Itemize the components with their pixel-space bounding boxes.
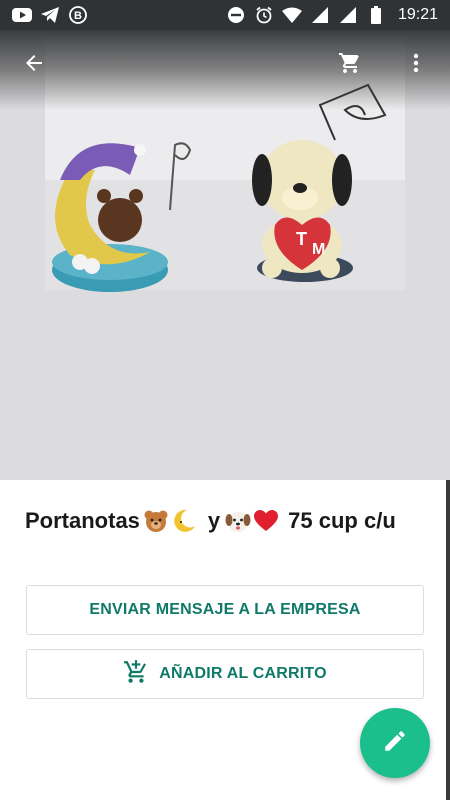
title-text-part1: Portanotas <box>25 508 140 533</box>
back-button[interactable] <box>14 45 54 85</box>
svg-text:M: M <box>312 241 325 258</box>
do-not-disturb-icon <box>226 5 246 25</box>
arrow-left-icon <box>22 51 46 80</box>
pencil-icon <box>382 728 408 759</box>
svg-text:T: T <box>296 229 307 249</box>
alarm-icon <box>254 5 274 25</box>
app-bar <box>0 30 450 100</box>
send-message-button[interactable]: ENVIAR MENSAJE A LA EMPRESA <box>26 585 424 635</box>
add-to-cart-icon <box>123 659 149 690</box>
shopping-cart-icon <box>338 51 362 80</box>
status-time: 19:21 <box>397 6 438 23</box>
wifi-icon <box>281 5 302 25</box>
title-text-part2: y <box>207 508 221 533</box>
battery-icon <box>366 5 386 25</box>
status-left: B <box>12 5 88 25</box>
edit-fab[interactable] <box>360 708 430 778</box>
app-bar-actions <box>330 45 436 85</box>
b-circle-icon: B <box>68 5 88 25</box>
add-to-cart-button[interactable]: AÑADIR AL CARRITO <box>26 649 424 699</box>
bear-face-emoji <box>143 508 169 534</box>
status-bar: B 19:21 <box>0 0 450 30</box>
more-vertical-icon <box>404 51 428 80</box>
more-options-button[interactable] <box>396 45 436 85</box>
add-to-cart-label: AÑADIR AL CARRITO <box>159 665 327 682</box>
product-title: Portanotas y 75 cup c/u <box>25 508 435 534</box>
cart-button[interactable] <box>330 45 370 85</box>
telegram-icon <box>40 5 60 25</box>
title-text-price: 75 cup c/u <box>288 508 396 533</box>
signal-icon <box>338 5 358 25</box>
signal-icon <box>310 5 330 25</box>
svg-text:B: B <box>74 10 82 22</box>
dog-face-emoji <box>225 508 251 534</box>
send-message-label: ENVIAR MENSAJE A LA EMPRESA <box>89 601 361 618</box>
scrollbar[interactable] <box>446 480 450 800</box>
status-right: 19:21 <box>226 5 438 25</box>
youtube-icon <box>12 5 32 25</box>
red-heart-emoji <box>253 508 279 534</box>
crescent-moon-emoji <box>171 508 197 534</box>
